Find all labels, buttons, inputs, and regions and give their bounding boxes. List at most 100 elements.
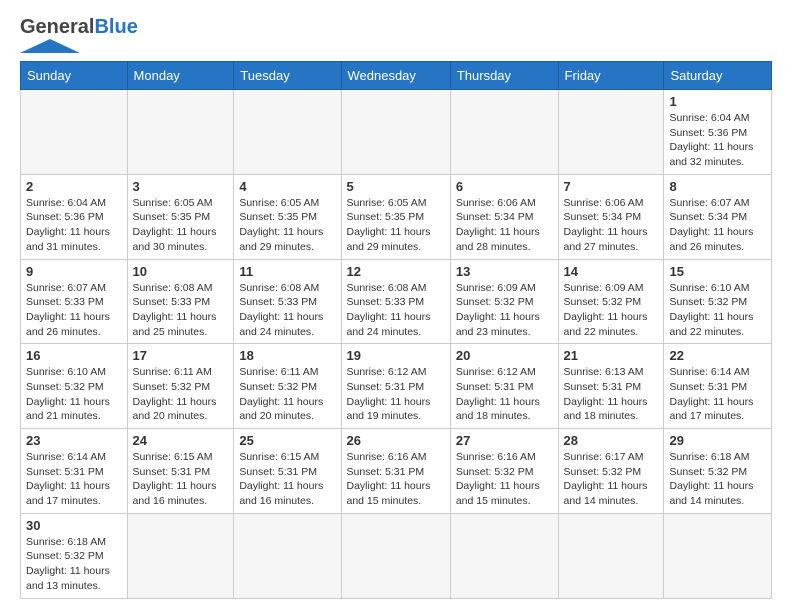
day-info: Sunrise: 6:14 AM Sunset: 5:31 PM Dayligh… — [26, 450, 122, 509]
day-info: Sunrise: 6:15 AM Sunset: 5:31 PM Dayligh… — [239, 450, 335, 509]
weekday-header-sunday: Sunday — [21, 62, 128, 90]
calendar-day-cell — [341, 90, 450, 175]
day-info: Sunrise: 6:09 AM Sunset: 5:32 PM Dayligh… — [456, 281, 553, 340]
day-number: 27 — [456, 433, 553, 448]
weekday-header-saturday: Saturday — [664, 62, 772, 90]
day-number: 2 — [26, 179, 122, 194]
day-info: Sunrise: 6:07 AM Sunset: 5:33 PM Dayligh… — [26, 281, 122, 340]
calendar-week-row: 23 Sunrise: 6:14 AM Sunset: 5:31 PM Dayli… — [21, 429, 772, 514]
calendar-day-cell: 25 Sunrise: 6:15 AM Sunset: 5:31 PM Dayli… — [234, 429, 341, 514]
day-number: 25 — [239, 433, 335, 448]
day-info: Sunrise: 6:17 AM Sunset: 5:32 PM Dayligh… — [564, 450, 659, 509]
day-info: Sunrise: 6:08 AM Sunset: 5:33 PM Dayligh… — [133, 281, 229, 340]
day-number: 5 — [347, 179, 445, 194]
calendar-day-cell: 6Sunrise: 6:06 AM Sunset: 5:34 PM Daylig… — [450, 174, 558, 259]
day-info: Sunrise: 6:05 AM Sunset: 5:35 PM Dayligh… — [133, 196, 229, 255]
weekday-header-monday: Monday — [127, 62, 234, 90]
day-info: Sunrise: 6:12 AM Sunset: 5:31 PM Dayligh… — [347, 365, 445, 424]
day-number: 30 — [26, 518, 122, 533]
calendar-day-cell: 4 Sunrise: 6:05 AM Sunset: 5:35 PM Daylig… — [234, 174, 341, 259]
day-number: 19 — [347, 348, 445, 363]
weekday-header-row: SundayMondayTuesdayWednesdayThursdayFrid… — [21, 62, 772, 90]
day-number: 28 — [564, 433, 659, 448]
weekday-header-friday: Friday — [558, 62, 664, 90]
day-number: 17 — [133, 348, 229, 363]
day-info: Sunrise: 6:15 AM Sunset: 5:31 PM Dayligh… — [133, 450, 229, 509]
calendar-table: SundayMondayTuesdayWednesdayThursdayFrid… — [20, 61, 772, 599]
calendar-day-cell — [21, 90, 128, 175]
day-info: Sunrise: 6:04 AM Sunset: 5:36 PM Dayligh… — [669, 111, 766, 170]
day-number: 21 — [564, 348, 659, 363]
day-number: 11 — [239, 264, 335, 279]
calendar-day-cell: 14Sunrise: 6:09 AM Sunset: 5:32 PM Dayli… — [558, 259, 664, 344]
day-number: 7 — [564, 179, 659, 194]
logo: General Blue — [20, 16, 138, 53]
calendar-day-cell — [450, 90, 558, 175]
day-number: 12 — [347, 264, 445, 279]
calendar-day-cell: 24 Sunrise: 6:15 AM Sunset: 5:31 PM Dayli… — [127, 429, 234, 514]
day-number: 24 — [133, 433, 229, 448]
day-info: Sunrise: 6:08 AM Sunset: 5:33 PM Dayligh… — [239, 281, 335, 340]
calendar-day-cell — [450, 513, 558, 598]
day-info: Sunrise: 6:08 AM Sunset: 5:33 PM Dayligh… — [347, 281, 445, 340]
day-info: Sunrise: 6:16 AM Sunset: 5:32 PM Dayligh… — [456, 450, 553, 509]
calendar-day-cell: 3 Sunrise: 6:05 AM Sunset: 5:35 PM Daylig… — [127, 174, 234, 259]
calendar-day-cell: 27 Sunrise: 6:16 AM Sunset: 5:32 PM Dayli… — [450, 429, 558, 514]
page-header: General Blue — [20, 16, 772, 53]
calendar-day-cell — [127, 513, 234, 598]
calendar-day-cell — [664, 513, 772, 598]
calendar-day-cell: 9 Sunrise: 6:07 AM Sunset: 5:33 PM Daylig… — [21, 259, 128, 344]
calendar-day-cell: 28 Sunrise: 6:17 AM Sunset: 5:32 PM Dayli… — [558, 429, 664, 514]
day-info: Sunrise: 6:18 AM Sunset: 5:32 PM Dayligh… — [669, 450, 766, 509]
day-info: Sunrise: 6:06 AM Sunset: 5:34 PM Dayligh… — [564, 196, 659, 255]
day-number: 8 — [669, 179, 766, 194]
calendar-day-cell — [127, 90, 234, 175]
calendar-week-row: 1Sunrise: 6:04 AM Sunset: 5:36 PM Daylig… — [21, 90, 772, 175]
calendar-day-cell: 26Sunrise: 6:16 AM Sunset: 5:31 PM Dayli… — [341, 429, 450, 514]
calendar-day-cell — [234, 513, 341, 598]
day-number: 23 — [26, 433, 122, 448]
calendar-day-cell: 22Sunrise: 6:14 AM Sunset: 5:31 PM Dayli… — [664, 344, 772, 429]
day-number: 3 — [133, 179, 229, 194]
day-info: Sunrise: 6:16 AM Sunset: 5:31 PM Dayligh… — [347, 450, 445, 509]
weekday-header-tuesday: Tuesday — [234, 62, 341, 90]
day-number: 4 — [239, 179, 335, 194]
calendar-day-cell: 21 Sunrise: 6:13 AM Sunset: 5:31 PM Dayli… — [558, 344, 664, 429]
weekday-header-wednesday: Wednesday — [341, 62, 450, 90]
day-info: Sunrise: 6:11 AM Sunset: 5:32 PM Dayligh… — [133, 365, 229, 424]
day-info: Sunrise: 6:04 AM Sunset: 5:36 PM Dayligh… — [26, 196, 122, 255]
calendar-day-cell: 17 Sunrise: 6:11 AM Sunset: 5:32 PM Dayli… — [127, 344, 234, 429]
weekday-header-thursday: Thursday — [450, 62, 558, 90]
calendar-week-row: 30Sunrise: 6:18 AM Sunset: 5:32 PM Dayli… — [21, 513, 772, 598]
day-number: 9 — [26, 264, 122, 279]
day-number: 18 — [239, 348, 335, 363]
calendar-day-cell: 5Sunrise: 6:05 AM Sunset: 5:35 PM Daylig… — [341, 174, 450, 259]
logo-icon — [20, 39, 80, 53]
calendar-day-cell: 29Sunrise: 6:18 AM Sunset: 5:32 PM Dayli… — [664, 429, 772, 514]
calendar-day-cell: 7 Sunrise: 6:06 AM Sunset: 5:34 PM Daylig… — [558, 174, 664, 259]
calendar-day-cell: 1Sunrise: 6:04 AM Sunset: 5:36 PM Daylig… — [664, 90, 772, 175]
calendar-day-cell — [341, 513, 450, 598]
day-number: 15 — [669, 264, 766, 279]
day-number: 13 — [456, 264, 553, 279]
calendar-day-cell: 15Sunrise: 6:10 AM Sunset: 5:32 PM Dayli… — [664, 259, 772, 344]
calendar-day-cell: 8 Sunrise: 6:07 AM Sunset: 5:34 PM Daylig… — [664, 174, 772, 259]
calendar-day-cell: 16 Sunrise: 6:10 AM Sunset: 5:32 PM Dayli… — [21, 344, 128, 429]
logo-blue-text: Blue — [94, 16, 137, 39]
day-info: Sunrise: 6:09 AM Sunset: 5:32 PM Dayligh… — [564, 281, 659, 340]
calendar-day-cell: 23 Sunrise: 6:14 AM Sunset: 5:31 PM Dayli… — [21, 429, 128, 514]
calendar-day-cell: 2 Sunrise: 6:04 AM Sunset: 5:36 PM Daylig… — [21, 174, 128, 259]
calendar-week-row: 16 Sunrise: 6:10 AM Sunset: 5:32 PM Dayli… — [21, 344, 772, 429]
day-info: Sunrise: 6:12 AM Sunset: 5:31 PM Dayligh… — [456, 365, 553, 424]
day-number: 16 — [26, 348, 122, 363]
day-info: Sunrise: 6:13 AM Sunset: 5:31 PM Dayligh… — [564, 365, 659, 424]
day-info: Sunrise: 6:05 AM Sunset: 5:35 PM Dayligh… — [239, 196, 335, 255]
day-number: 6 — [456, 179, 553, 194]
logo-general-text: General — [20, 16, 94, 39]
day-info: Sunrise: 6:10 AM Sunset: 5:32 PM Dayligh… — [26, 365, 122, 424]
calendar-day-cell — [558, 90, 664, 175]
calendar-day-cell: 12 Sunrise: 6:08 AM Sunset: 5:33 PM Dayli… — [341, 259, 450, 344]
calendar-week-row: 2 Sunrise: 6:04 AM Sunset: 5:36 PM Daylig… — [21, 174, 772, 259]
calendar-day-cell: 13 Sunrise: 6:09 AM Sunset: 5:32 PM Dayli… — [450, 259, 558, 344]
day-info: Sunrise: 6:07 AM Sunset: 5:34 PM Dayligh… — [669, 196, 766, 255]
